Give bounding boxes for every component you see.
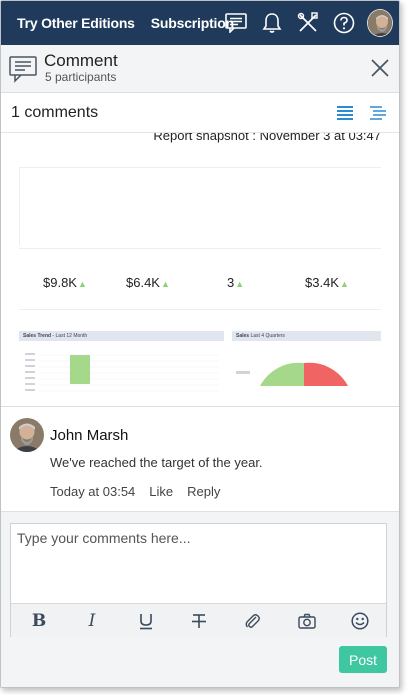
sales-trend-chart (25, 353, 219, 392)
kpi-text: 3 (227, 275, 235, 290)
report-snapshot[interactable]: Report snapshot : November 3 at 03:47 $9… (1, 133, 399, 407)
up-arrow-icon: ▲ (160, 279, 170, 289)
gauge-red-segment (304, 362, 348, 386)
comment-window: Try Other Editions Subscription Comment … (0, 0, 400, 688)
italic-icon[interactable]: I (77, 604, 107, 638)
comment-author: John Marsh (50, 427, 129, 444)
like-link[interactable]: Like (149, 484, 173, 499)
user-avatar[interactable] (367, 9, 393, 37)
kpi-text: $6.4K (126, 275, 160, 290)
chart-subtitle: Last 4 Quarters (250, 333, 285, 339)
threaded-view-icon[interactable] (370, 105, 386, 126)
chart-title-bar: Sales Last 4 Quarters (232, 331, 381, 341)
avatar (367, 9, 393, 37)
kpi-value: $3.4K▲ (305, 275, 349, 290)
divider (19, 167, 381, 168)
comment-placeholder: Type your comments here... (17, 530, 191, 546)
comment-text: We've reached the target of the year. (50, 455, 263, 470)
format-toolbar: B I (11, 603, 386, 637)
comments-count: 1 comments (11, 104, 99, 121)
chart-title: Sales Trend (23, 333, 52, 339)
snapshot-label: Report snapshot : November 3 at 03:47 (153, 133, 381, 143)
participants-count: 5 participants (45, 70, 117, 84)
comments-count-bar: 1 comments (1, 93, 399, 133)
feedback-icon[interactable] (223, 10, 249, 36)
strikethrough-icon[interactable] (184, 604, 214, 638)
close-icon[interactable] (369, 57, 391, 79)
post-button[interactable]: Post (339, 646, 387, 673)
comment-meta: Today at 03:54 Like Reply (50, 484, 220, 499)
kpi-text: $9.8K (43, 275, 77, 290)
kpi-row: $9.8K▲ $6.4K▲ 3▲ $3.4K▲ (19, 275, 381, 295)
sales-quarters-thumbnail: Sales Last 4 Quarters (232, 331, 381, 406)
divider (19, 309, 381, 310)
comment-item: John Marsh We've reached the target of t… (1, 407, 399, 511)
top-bar-icons (213, 1, 393, 45)
kpi-text: $3.4K (305, 275, 339, 290)
emoji-icon[interactable] (345, 604, 375, 638)
underline-icon[interactable] (131, 604, 161, 638)
bold-icon[interactable]: B (24, 604, 54, 638)
comment-header: Comment 5 participants (1, 45, 399, 93)
divider (19, 248, 381, 249)
kpi-value: $6.4K▲ (126, 275, 170, 290)
chart-title-bar: Sales Trend - Last 12 Month (19, 331, 224, 341)
up-arrow-icon: ▲ (235, 279, 245, 289)
comment-composer: Type your comments here... B I Post (1, 511, 399, 687)
kpi-value: $9.8K▲ (43, 275, 87, 290)
sales-gauge-chart (236, 362, 348, 386)
author-avatar (10, 418, 44, 452)
kpi-value: 3▲ (227, 275, 244, 290)
reply-link[interactable]: Reply (187, 484, 220, 499)
gauge-green-segment (260, 362, 304, 386)
tools-icon[interactable] (295, 10, 321, 36)
try-other-editions-link[interactable]: Try Other Editions (17, 15, 135, 31)
bell-icon[interactable] (259, 10, 285, 36)
comment-input[interactable]: Type your comments here... B I (10, 523, 387, 637)
up-arrow-icon: ▲ (77, 279, 87, 289)
comment-icon (9, 55, 37, 88)
italic-glyph: I (88, 611, 96, 631)
help-icon[interactable] (331, 10, 357, 36)
panel-title: Comment (44, 51, 118, 70)
top-bar: Try Other Editions Subscription (1, 1, 399, 45)
camera-icon[interactable] (292, 604, 322, 638)
bold-glyph: B (31, 611, 47, 631)
list-view-icon[interactable] (337, 105, 353, 126)
chart-subtitle: - Last 12 Month (52, 333, 88, 339)
sales-trend-thumbnail: Sales Trend - Last 12 Month (19, 331, 224, 406)
trend-bar (70, 355, 90, 384)
chart-title: Sales (236, 333, 250, 339)
attach-icon[interactable] (238, 604, 268, 638)
comment-time: Today at 03:54 (50, 484, 136, 499)
divider (19, 167, 20, 245)
up-arrow-icon: ▲ (339, 279, 349, 289)
